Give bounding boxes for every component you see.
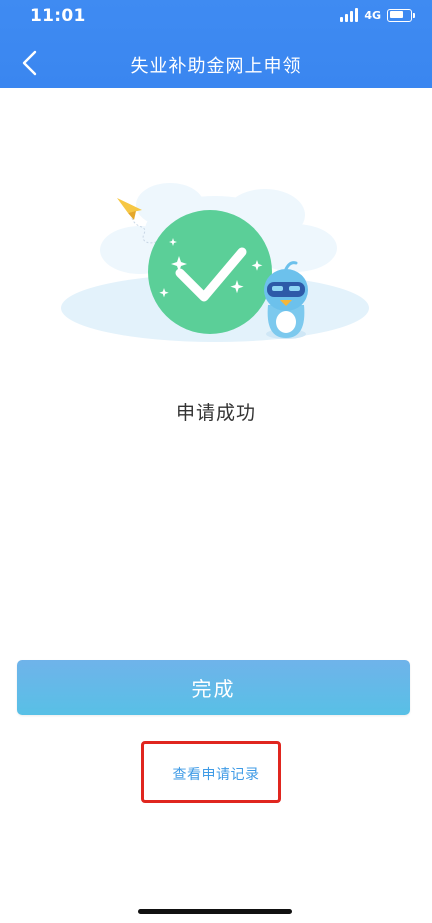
signal-icon bbox=[340, 8, 359, 22]
network-label: 4G bbox=[364, 8, 381, 22]
nav-bar: 失业补助金网上申领 bbox=[0, 40, 432, 86]
status-indicators: 4G bbox=[340, 8, 415, 22]
view-records-link[interactable]: 查看申请记录 bbox=[0, 764, 432, 784]
battery-icon bbox=[387, 8, 415, 22]
home-indicator bbox=[138, 909, 292, 914]
status-bar: 11:01 4G bbox=[0, 0, 432, 34]
status-time: 11:01 bbox=[30, 6, 86, 26]
page-title: 失业补助金网上申领 bbox=[130, 56, 302, 77]
success-message: 申请成功 bbox=[175, 402, 256, 424]
check-circle-icon bbox=[148, 210, 272, 334]
app-header: 11:01 4G 失业补助金网上申领 bbox=[0, 0, 432, 88]
success-illustration bbox=[61, 183, 369, 342]
done-button[interactable]: 完成 bbox=[17, 660, 410, 715]
